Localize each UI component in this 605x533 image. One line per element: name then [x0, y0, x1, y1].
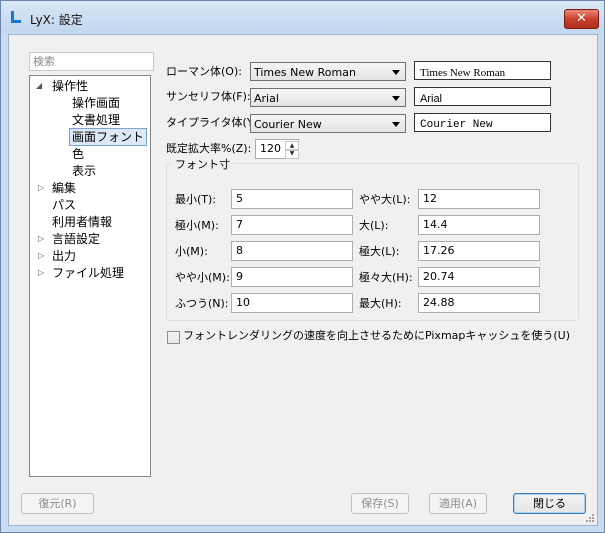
font-size-group-title: フォント寸: [172, 156, 233, 172]
restore-button[interactable]: 復元(R): [21, 493, 94, 514]
size-label-hugest: 最大(H):: [359, 297, 402, 310]
chevron-down-icon: [392, 70, 400, 75]
size-label-small: 小(M):: [175, 245, 208, 258]
sans-font-preview: Arial: [414, 87, 551, 106]
sans-font-label: サンセリフ体(F):: [166, 90, 251, 103]
size-field-tiny[interactable]: 5: [231, 189, 353, 209]
tree-item-language[interactable]: 言語設定: [52, 231, 100, 247]
spin-down-icon[interactable]: ▼: [285, 149, 299, 159]
size-label-tiny: 最小(T):: [175, 193, 217, 206]
zoom-label: 既定拡大率%(Z):: [166, 142, 252, 155]
typewriter-font-label: タイプライタ体(Y):: [166, 116, 262, 129]
size-label-larger: 大(L):: [359, 219, 389, 232]
tree-item-user-info[interactable]: 利用者情報: [52, 214, 112, 230]
tree-item-paths[interactable]: パス: [52, 197, 76, 213]
title-bar[interactable]: LyX: 設定 ✕: [1, 1, 604, 33]
tree-item-operability[interactable]: 操作性: [52, 78, 88, 94]
settings-window: LyX: 設定 ✕ 検索 ◢ 操作性 操作画面 文書処理 画面フォント 色 表示…: [0, 0, 605, 533]
size-field-largest[interactable]: 17.26: [418, 241, 540, 261]
resize-grip-icon[interactable]: [585, 513, 595, 523]
size-label-large: やや大(L):: [359, 193, 411, 206]
typewriter-font-value: Courier New: [254, 118, 322, 131]
sans-font-value: Arial: [254, 92, 279, 105]
size-field-hugest[interactable]: 24.88: [418, 293, 540, 313]
pixmap-cache-label[interactable]: フォントレンダリングの速度を向上させるためにPixmapキャッシュを使う(U): [183, 328, 570, 344]
apply-button[interactable]: 適用(A): [429, 493, 487, 514]
chevron-down-icon: [392, 96, 400, 101]
window-title: LyX: 設定: [30, 13, 83, 27]
size-field-normal[interactable]: 10: [231, 293, 353, 313]
category-tree[interactable]: ◢ 操作性 操作画面 文書処理 画面フォント 色 表示 ▷ 編集 パス 利用者情…: [29, 75, 151, 477]
size-label-largest: 極大(L):: [359, 245, 400, 258]
size-label-huge: 極々大(H):: [359, 271, 413, 284]
size-field-small[interactable]: 8: [231, 241, 353, 261]
pixmap-cache-checkbox[interactable]: [167, 331, 180, 344]
tree-item-output[interactable]: 出力: [52, 248, 76, 264]
size-label-normal: ふつう(N):: [175, 297, 229, 310]
lyx-app-icon: [11, 11, 21, 23]
tree-item-screen-fonts[interactable]: 画面フォント: [69, 128, 148, 146]
close-icon: ✕: [576, 11, 587, 26]
roman-font-value: Times New Roman: [254, 66, 356, 79]
tree-item-operation-screen[interactable]: 操作画面: [72, 95, 120, 111]
chevron-down-icon: [392, 122, 400, 127]
collapsed-arrow-icon[interactable]: ▷: [38, 248, 44, 264]
collapsed-arrow-icon[interactable]: ▷: [38, 180, 44, 196]
typewriter-font-preview: Courier New: [414, 113, 551, 132]
close-button[interactable]: 閉じる: [513, 493, 586, 514]
tree-item-display[interactable]: 表示: [72, 163, 96, 179]
size-field-huge[interactable]: 20.74: [418, 267, 540, 287]
sans-font-select[interactable]: Arial: [250, 88, 406, 107]
close-window-button[interactable]: ✕: [564, 9, 599, 29]
expanded-arrow-icon[interactable]: ◢: [36, 78, 42, 94]
size-field-larger[interactable]: 14.4: [418, 215, 540, 235]
roman-font-select[interactable]: Times New Roman: [250, 62, 406, 81]
dialog-body: 検索 ◢ 操作性 操作画面 文書処理 画面フォント 色 表示 ▷ 編集 パス 利…: [8, 34, 598, 526]
save-button[interactable]: 保存(S): [351, 493, 409, 514]
size-field-smaller[interactable]: 9: [231, 267, 353, 287]
search-input[interactable]: 検索: [29, 52, 154, 71]
size-field-scriptsize[interactable]: 7: [231, 215, 353, 235]
roman-font-preview: Times New Roman: [414, 61, 551, 80]
size-label-scriptsize: 極小(M):: [175, 219, 219, 232]
tree-item-file-handling[interactable]: ファイル処理: [52, 265, 124, 281]
zoom-spinbox[interactable]: 120 ▲ ▼: [255, 139, 299, 159]
zoom-value: 120: [260, 142, 281, 155]
typewriter-font-select[interactable]: Courier New: [250, 114, 406, 133]
size-label-smaller: やや小(M):: [175, 271, 230, 284]
collapsed-arrow-icon[interactable]: ▷: [38, 265, 44, 281]
roman-font-label: ローマン体(O):: [166, 65, 242, 78]
tree-item-document-handling[interactable]: 文書処理: [72, 112, 120, 128]
size-field-large[interactable]: 12: [418, 189, 540, 209]
tree-item-editing[interactable]: 編集: [52, 180, 76, 196]
tree-item-colors[interactable]: 色: [72, 146, 84, 162]
collapsed-arrow-icon[interactable]: ▷: [38, 231, 44, 247]
